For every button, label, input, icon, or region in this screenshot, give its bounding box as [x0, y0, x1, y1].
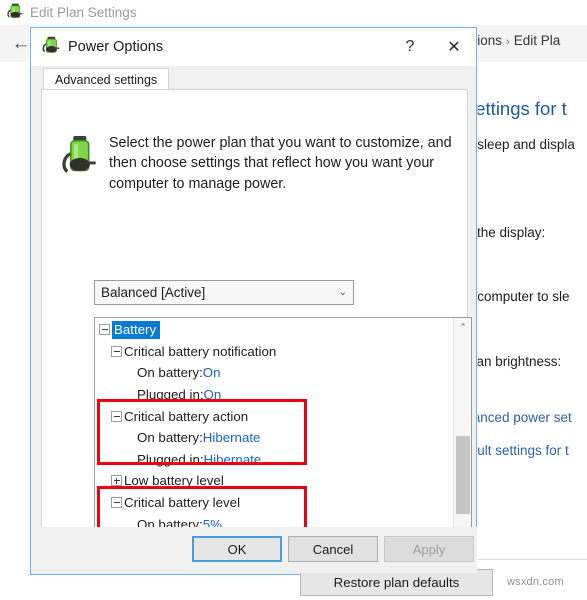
bg-subtext: e sleep and displa	[466, 137, 575, 152]
tree-row-label: On battery:	[137, 365, 203, 380]
bg-label-sleep: e computer to sle	[466, 289, 570, 304]
tree-row-label: Critical battery action	[124, 409, 248, 424]
collapse-icon[interactable]	[99, 324, 110, 335]
tree-row[interactable]: Low battery level	[95, 470, 452, 492]
advanced-settings-tree[interactable]: Battery Critical battery notification On b…	[94, 317, 472, 558]
dialog-title-text: Power Options	[68, 39, 163, 55]
tree-row[interactable]: Plugged in: Hibernate	[95, 449, 452, 471]
bg-link-advanced[interactable]: vanced power set	[466, 410, 572, 425]
tree-items: Battery Critical battery notification On b…	[95, 318, 452, 558]
tab-advanced-settings[interactable]: Advanced settings	[43, 68, 169, 90]
ok-button[interactable]: OK	[192, 536, 282, 562]
close-icon[interactable]: ✕	[432, 28, 476, 66]
scrollbar-thumb[interactable]	[456, 436, 470, 514]
tree-row-value[interactable]: On	[203, 365, 221, 380]
tree-row-value[interactable]: Hibernate	[204, 452, 262, 467]
tab-panel: Select the power plan that you want to c…	[41, 89, 468, 530]
expand-icon[interactable]	[111, 475, 122, 486]
tree-row-label: Low battery level	[124, 473, 224, 488]
power-plan-value: Balanced [Active]	[101, 285, 339, 300]
restore-plan-defaults-button[interactable]: Restore plan defaults	[300, 569, 493, 596]
scroll-up-icon[interactable]: ⌃	[454, 318, 472, 336]
tree-row[interactable]: On battery: On	[95, 362, 452, 384]
tree-row-label: Battery	[112, 321, 160, 339]
tree-row[interactable]: Critical battery notification	[95, 341, 452, 363]
background-divider	[466, 559, 587, 560]
tree-row-label: On battery:	[137, 430, 203, 445]
battery-plug-icon	[41, 35, 60, 59]
tree-row-label: Plugged in:	[137, 452, 204, 467]
tree-row-label: Plugged in:	[137, 387, 204, 402]
tree-row-value[interactable]: On	[204, 387, 222, 402]
tree-scrollbar[interactable]: ⌃ ⌄	[453, 318, 471, 557]
collapse-icon[interactable]	[111, 346, 122, 357]
watermark: wsxdn.com	[507, 576, 564, 588]
dialog-titlebar: Power Options ? ✕	[31, 28, 476, 66]
chevron-down-icon: ⌄	[339, 287, 347, 298]
cancel-button[interactable]: Cancel	[288, 536, 378, 562]
back-arrow-icon[interactable]: ←	[10, 33, 32, 55]
breadcrumb-item-edit-plan[interactable]: Edit Pla	[514, 33, 561, 48]
power-plan-select[interactable]: Balanced [Active] ⌄	[94, 280, 354, 305]
collapse-icon[interactable]	[111, 411, 122, 422]
breadcrumb: ptions›Edit Pla	[466, 33, 560, 48]
apply-button: Apply	[384, 536, 474, 562]
tree-row-value[interactable]: Hibernate	[203, 430, 261, 445]
dialog-footer: OK Cancel Apply	[32, 527, 477, 573]
collapse-icon[interactable]	[111, 497, 122, 508]
power-options-dialog: Power Options ? ✕ Advanced settings Se	[30, 27, 477, 575]
description-row: Select the power plan that you want to c…	[59, 133, 454, 194]
tree-row[interactable]: Battery	[95, 319, 452, 341]
bg-label-display: ff the display:	[466, 225, 545, 240]
battery-plug-icon	[6, 2, 23, 24]
tabstrip: Advanced settings	[41, 66, 468, 90]
breadcrumb-separator-icon: ›	[506, 36, 510, 48]
bg-heading: settings for t	[466, 98, 567, 120]
tree-row[interactable]: Critical battery level	[95, 492, 452, 514]
bg-link-restore[interactable]: fault settings for t	[466, 443, 569, 458]
background-titlebar: Edit Plan Settings	[0, 0, 587, 25]
battery-plug-icon	[59, 133, 97, 194]
tree-row[interactable]: Critical battery action	[95, 405, 452, 427]
help-icon[interactable]: ?	[388, 28, 432, 66]
tree-row[interactable]: On battery: Hibernate	[95, 427, 452, 449]
tree-row[interactable]: Plugged in: On	[95, 384, 452, 406]
titlebar-buttons: ? ✕	[388, 28, 476, 66]
tree-row-label: Critical battery notification	[124, 344, 276, 359]
background-title-text: Edit Plan Settings	[30, 5, 137, 20]
bg-label-brightness: plan brightness:	[466, 354, 561, 369]
tree-row-label: Critical battery level	[124, 495, 240, 510]
description-text: Select the power plan that you want to c…	[109, 133, 454, 194]
